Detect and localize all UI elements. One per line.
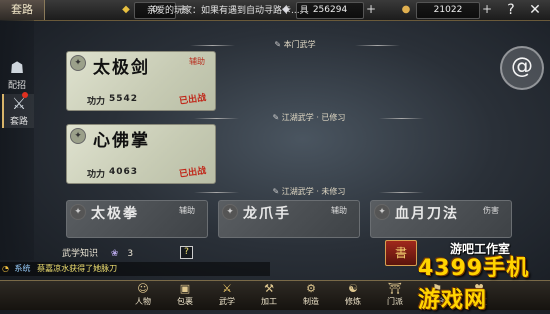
skill-type: 伤害 [483,206,499,215]
nav-item-process[interactable]: ⚒ 加工 [252,282,286,309]
red-book-icon[interactable]: 書 [385,240,417,266]
power-value: 5542 [109,94,139,104]
skill-emblem-icon: ✦ [374,204,390,220]
sidebar-item-label: 配招 [7,81,26,91]
coin-value: 21022 [416,2,480,19]
help-button[interactable]: ? [502,1,520,19]
anvil-icon: ⚙ [306,282,316,295]
section-header-learned: ✎ 江湖武学 · 已修习 [194,111,424,125]
power-label: 功力 [87,97,106,107]
chat-icon: ◔ [2,264,9,273]
notification-dot [22,92,28,98]
skill-card-blood-moon-blade[interactable]: ✦ 血月刀法 伤害 [370,200,512,238]
section-header-unlearned: ✎ 江湖武学 · 未修习 [194,185,424,199]
knowledge-icon: ❀ [110,249,119,259]
swirl-skill-icon[interactable]: @ [500,46,544,90]
scrolling-notice: 亲爱的玩家：如果有遇到自动寻路卡...具 [147,6,309,16]
chat-line[interactable]: ◔ 系统 蔡嘉凉水获得了她脉刀 [0,262,270,276]
sect-icon: ⛩ [388,282,402,295]
scroll-ornament-icon: ✎ [274,40,282,49]
chat-text: 蔡嘉凉水获得了她脉刀 [37,264,118,273]
section-header-school: ✎ 本门武学 [190,38,400,52]
scroll-ornament-icon: ✎ [272,113,280,122]
knowledge-row: 武学知识 ❀ 3 [62,246,133,259]
nav-item-craft[interactable]: ⚙ 制造 [294,282,328,309]
knowledge-value: 3 [127,249,134,259]
skill-name: 心佛掌 [93,131,150,151]
skill-card-taiji-sword[interactable]: ✦ 太极剑 辅助 功力 5542 已出战 [66,51,216,111]
nav-item-martial-arts[interactable]: ⚔ 武学 [210,282,244,309]
skill-emblem-icon: ✦ [70,128,86,144]
power-label: 功力 [87,170,106,180]
gold-ingot-icon: ◆ [122,4,130,15]
equipped-seal: 已出战 [178,93,207,107]
page-title: 套路 [0,0,45,20]
nav-item-sect[interactable]: ⛩ 门派 [378,282,412,309]
sidebar-item-routine[interactable]: ⚔ 套路 [2,94,34,128]
skill-emblem-icon: ✦ [70,55,86,71]
martial-arts-icon: ⚔ [222,282,232,295]
formation-icon: ☗ [9,58,25,77]
nav-item-bag[interactable]: ▣ 包裹 [168,282,202,309]
skill-name: 血月刀法 [395,206,459,222]
character-icon: ☺ [137,282,149,295]
skill-type: 辅助 [331,206,347,215]
scroll-ornament-icon: ✎ [272,187,280,196]
skill-type: 辅助 [189,57,205,66]
skill-card-heart-buddha-palm[interactable]: ✦ 心佛掌 功力 4063 已出战 [66,124,216,184]
meditate-icon: ☯ [348,282,358,295]
skill-name: 太极拳 [91,206,139,222]
knowledge-checkbox[interactable]: ? [180,246,193,259]
hammer-icon: ⚒ [264,282,274,295]
equipped-seal: 已出战 [178,166,207,180]
nav-item-cultivate[interactable]: ☯ 修炼 [336,282,370,309]
add-silver-button[interactable]: + [364,2,378,17]
nav-item-character[interactable]: ☺ 人物 [126,282,160,309]
knowledge-label: 武学知识 [62,249,99,259]
watermark-site: 4399手机游戏网 [418,256,530,313]
power-value: 4063 [109,167,139,177]
skill-card-taiji-fist[interactable]: ✦ 太极拳 辅助 [66,200,208,238]
coin-icon: ● [401,4,411,15]
sidebar-item-formation[interactable]: ☗ 配招 [2,58,32,92]
close-button[interactable]: ✕ [526,1,544,19]
skill-type: 辅助 [179,206,195,215]
skill-name: 龙爪手 [243,206,291,222]
bag-icon: ▣ [179,282,191,295]
skill-emblem-icon: ✦ [222,204,238,220]
sidebar-item-label: 套路 [9,117,28,127]
routine-icon: ⚔ [11,94,27,113]
skill-name: 太极剑 [93,58,150,78]
chat-tag: 系统 [14,264,31,273]
skill-card-dragon-claw[interactable]: ✦ 龙爪手 辅助 [218,200,360,238]
sidebar [0,20,34,260]
skill-emblem-icon: ✦ [70,204,86,220]
add-coin-button[interactable]: + [480,2,494,17]
